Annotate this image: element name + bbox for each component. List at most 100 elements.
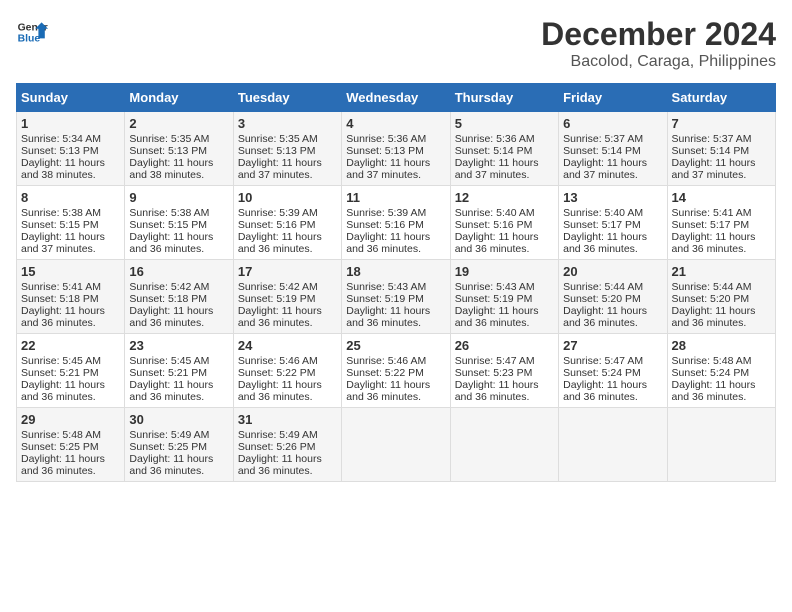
day-detail: Sunrise: 5:49 AM [238,429,337,441]
day-detail: Sunrise: 5:48 AM [21,429,120,441]
table-row: 3Sunrise: 5:35 AMSunset: 5:13 PMDaylight… [233,112,341,186]
day-detail: Daylight: 11 hours and 36 minutes. [563,305,662,329]
day-detail: Sunset: 5:17 PM [563,219,662,231]
table-row: 16Sunrise: 5:42 AMSunset: 5:18 PMDayligh… [125,260,233,334]
table-row: 6Sunrise: 5:37 AMSunset: 5:14 PMDaylight… [559,112,667,186]
day-detail: Sunset: 5:13 PM [21,145,120,157]
day-number: 12 [455,190,554,205]
day-detail: Sunset: 5:24 PM [563,367,662,379]
table-row: 5Sunrise: 5:36 AMSunset: 5:14 PMDaylight… [450,112,558,186]
day-number: 19 [455,264,554,279]
day-number: 4 [346,116,445,131]
table-row: 29Sunrise: 5:48 AMSunset: 5:25 PMDayligh… [17,408,125,482]
day-detail: Sunrise: 5:37 AM [563,133,662,145]
col-saturday: Saturday [667,84,775,112]
table-row: 26 Sunrise: 5:47 AMSunset: 5:23 PMDayligh… [450,334,558,408]
table-row: 18 Sunrise: 5:43 AMSunset: 5:19 PMDayligh… [342,260,450,334]
day-detail: Sunset: 5:25 PM [129,441,228,453]
day-detail: Sunrise: 5:44 AM [563,281,662,293]
page-subtitle: Bacolod, Caraga, Philippines [541,53,776,71]
day-detail: Daylight: 11 hours and 36 minutes. [238,453,337,477]
day-detail: Daylight: 11 hours and 36 minutes. [238,379,337,403]
day-detail: Daylight: 11 hours and 37 minutes. [346,157,445,181]
calendar-week-row: 1Sunrise: 5:34 AMSunset: 5:13 PMDaylight… [17,112,776,186]
day-detail: Sunrise: 5:46 AM [346,355,445,367]
calendar-week-row: 22Sunrise: 5:45 AMSunset: 5:21 PMDayligh… [17,334,776,408]
day-number: 11 [346,190,445,205]
day-detail: Daylight: 11 hours and 36 minutes. [672,231,771,255]
page-header: General Blue December 2024 Bacolod, Cara… [16,16,776,71]
day-detail: Daylight: 11 hours and 36 minutes. [238,305,337,329]
day-detail: Sunset: 5:19 PM [346,293,445,305]
day-detail: Daylight: 11 hours and 37 minutes. [238,157,337,181]
day-number: 9 [129,190,228,205]
day-detail: Daylight: 11 hours and 37 minutes. [563,157,662,181]
day-detail: Sunrise: 5:40 AM [563,207,662,219]
table-row: 21Sunrise: 5:44 AMSunset: 5:20 PMDayligh… [667,260,775,334]
table-row: 11Sunrise: 5:39 AMSunset: 5:16 PMDayligh… [342,186,450,260]
day-number: 22 [21,338,120,353]
day-detail: Daylight: 11 hours and 37 minutes. [21,231,120,255]
day-detail: Sunrise: 5:36 AM [346,133,445,145]
table-row: 4Sunrise: 5:36 AMSunset: 5:13 PMDaylight… [342,112,450,186]
day-number: 10 [238,190,337,205]
day-detail: Sunset: 5:16 PM [238,219,337,231]
table-row: 20Sunrise: 5:44 AMSunset: 5:20 PMDayligh… [559,260,667,334]
day-detail: Sunset: 5:22 PM [346,367,445,379]
day-number: 14 [672,190,771,205]
day-detail: Daylight: 11 hours and 36 minutes. [346,305,445,329]
day-number: 26 [455,338,554,353]
day-number: 28 [672,338,771,353]
col-sunday: Sunday [17,84,125,112]
day-detail: Sunrise: 5:45 AM [129,355,228,367]
day-detail: Sunrise: 5:34 AM [21,133,120,145]
day-detail: Daylight: 11 hours and 36 minutes. [238,231,337,255]
day-detail: Sunset: 5:23 PM [455,367,554,379]
day-detail: Sunset: 5:24 PM [672,367,771,379]
table-row: 1Sunrise: 5:34 AMSunset: 5:13 PMDaylight… [17,112,125,186]
day-detail: Sunset: 5:16 PM [346,219,445,231]
day-detail: Daylight: 11 hours and 36 minutes. [563,379,662,403]
day-detail: Daylight: 11 hours and 36 minutes. [455,305,554,329]
table-row [342,408,450,482]
day-detail: Daylight: 11 hours and 36 minutes. [129,379,228,403]
table-row: 23Sunrise: 5:45 AMSunset: 5:21 PMDayligh… [125,334,233,408]
day-detail: Daylight: 11 hours and 36 minutes. [346,231,445,255]
day-number: 8 [21,190,120,205]
day-detail: Sunrise: 5:39 AM [238,207,337,219]
day-detail: Sunrise: 5:49 AM [129,429,228,441]
day-detail: Daylight: 11 hours and 37 minutes. [672,157,771,181]
table-row: 31Sunrise: 5:49 AMSunset: 5:26 PMDayligh… [233,408,341,482]
day-number: 21 [672,264,771,279]
day-detail: Daylight: 11 hours and 36 minutes. [129,453,228,477]
day-detail: Sunrise: 5:43 AM [346,281,445,293]
day-detail: Sunset: 5:13 PM [129,145,228,157]
day-detail: Sunset: 5:22 PM [238,367,337,379]
day-detail: Daylight: 11 hours and 36 minutes. [455,231,554,255]
day-number: 16 [129,264,228,279]
day-number: 17 [238,264,337,279]
day-number: 2 [129,116,228,131]
day-detail: Sunrise: 5:38 AM [129,207,228,219]
day-number: 18 [346,264,445,279]
day-number: 15 [21,264,120,279]
table-row: 8Sunrise: 5:38 AMSunset: 5:15 PMDaylight… [17,186,125,260]
day-detail: Daylight: 11 hours and 36 minutes. [129,305,228,329]
day-detail: Daylight: 11 hours and 38 minutes. [21,157,120,181]
day-detail: Daylight: 11 hours and 36 minutes. [21,305,120,329]
day-detail: Daylight: 11 hours and 36 minutes. [672,305,771,329]
col-thursday: Thursday [450,84,558,112]
day-detail: Sunset: 5:18 PM [129,293,228,305]
day-number: 30 [129,412,228,427]
table-row: 28Sunrise: 5:48 AMSunset: 5:24 PMDayligh… [667,334,775,408]
logo-icon: General Blue [16,16,48,48]
day-detail: Sunrise: 5:47 AM [455,355,554,367]
day-detail: Sunset: 5:17 PM [672,219,771,231]
day-number: 31 [238,412,337,427]
calendar-table: Sunday Monday Tuesday Wednesday Thursday… [16,83,776,482]
page-title: December 2024 [541,16,776,53]
day-detail: Sunrise: 5:40 AM [455,207,554,219]
col-wednesday: Wednesday [342,84,450,112]
day-detail: Daylight: 11 hours and 36 minutes. [346,379,445,403]
day-detail: Daylight: 11 hours and 36 minutes. [455,379,554,403]
